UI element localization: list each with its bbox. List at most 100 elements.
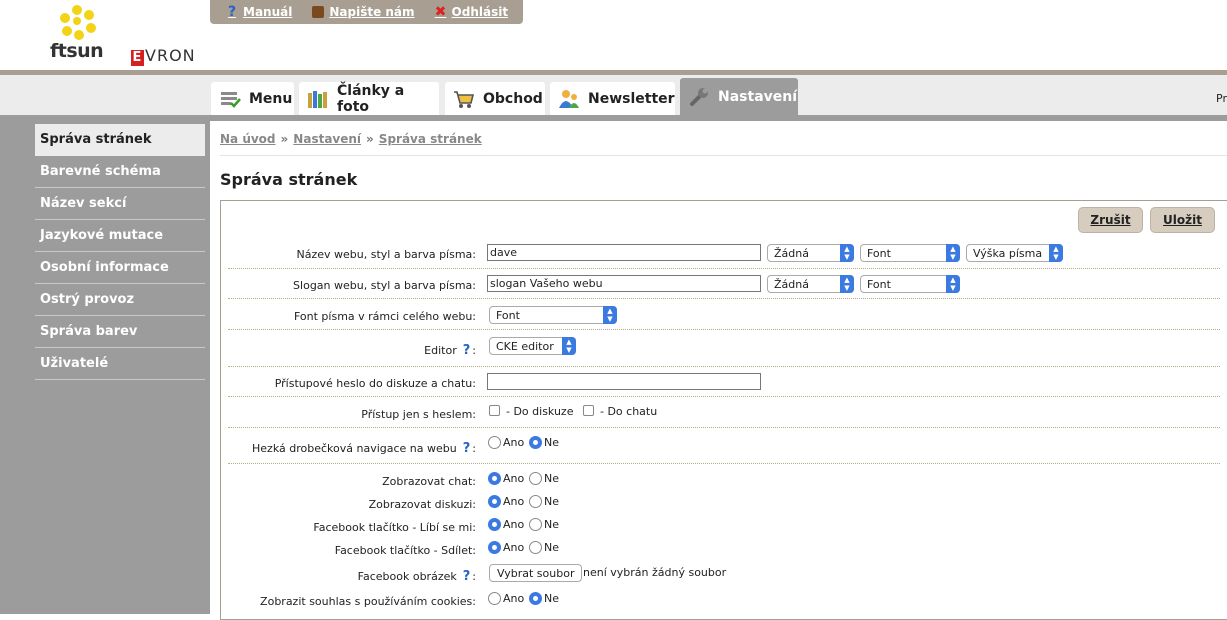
file-status-text: není vybrán žádný soubor bbox=[583, 566, 727, 579]
row-divider bbox=[228, 396, 1220, 397]
yes-label: Ano bbox=[503, 592, 525, 605]
sidebar-item-live-mode[interactable]: Ostrý provoz bbox=[35, 284, 205, 316]
no-label: Ne bbox=[544, 541, 559, 554]
breadcrumb-home-link[interactable]: Na úvod bbox=[220, 132, 276, 146]
sidebar-item-section-names[interactable]: Název sekcí bbox=[35, 188, 205, 220]
row-divider bbox=[228, 298, 1220, 299]
yes-label: Ano bbox=[503, 472, 525, 485]
header-right-text: Pr bbox=[1216, 92, 1227, 105]
close-icon: ✖ bbox=[434, 4, 447, 20]
no-label: Ne bbox=[544, 518, 559, 531]
chat-no-radio[interactable] bbox=[529, 472, 542, 485]
global-font-label: Font písma v rámci celého webu: bbox=[293, 310, 476, 323]
tab-shop[interactable]: Obchod bbox=[445, 82, 545, 116]
cookies-label: Zobrazit souhlas s používáním cookies: bbox=[260, 595, 476, 608]
slogan-label: Slogan webu, styl a barva písma: bbox=[293, 279, 476, 292]
cookies-no-radio[interactable] bbox=[529, 592, 542, 605]
discussion-label: Zobrazovat diskuzi: bbox=[368, 498, 476, 511]
slogan-font-select[interactable]: Font ▲ ▼ bbox=[860, 275, 960, 293]
chat-password-checkbox[interactable] bbox=[583, 405, 594, 416]
choose-file-button[interactable]: Vybrat soubor bbox=[489, 564, 583, 582]
breadcrumb-nav-help-icon[interactable]: ? bbox=[463, 441, 471, 456]
yes-label: Ano bbox=[503, 436, 525, 449]
save-button[interactable]: Uložit bbox=[1150, 207, 1215, 233]
global-font-select[interactable]: Font ▲ ▼ bbox=[489, 306, 617, 324]
yes-label: Ano bbox=[503, 495, 525, 508]
editor-label: Editor?: bbox=[424, 343, 476, 358]
help-icon: ? bbox=[227, 4, 237, 20]
breadcrumb-nav-label: Hezká drobečková navigace na webu?: bbox=[252, 441, 476, 456]
menu-list-icon bbox=[219, 88, 241, 110]
tab-newsletter[interactable]: Newsletter bbox=[550, 82, 675, 116]
evron-logo: E VRON bbox=[131, 46, 196, 66]
shopping-cart-icon bbox=[453, 88, 475, 110]
sidebar-item-site-management[interactable]: Správa stránek bbox=[35, 124, 205, 156]
editor-help-icon[interactable]: ? bbox=[463, 343, 471, 358]
ftsun-logo-text: ftsun bbox=[50, 40, 104, 62]
access-label: Přístup jen s heslem: bbox=[361, 408, 476, 421]
tab-settings[interactable]: Nastavení bbox=[680, 78, 798, 116]
row-divider bbox=[228, 329, 1220, 330]
cancel-button[interactable]: Zrušit bbox=[1078, 207, 1143, 233]
fb-like-label: Facebook tlačítko - Líbí se mi: bbox=[313, 521, 476, 534]
logo-area: ftsun E VRON bbox=[0, 0, 210, 72]
yes-label: Ano bbox=[503, 541, 525, 554]
breadcrumb-divider bbox=[220, 155, 1227, 156]
tab-menu[interactable]: Menu bbox=[211, 82, 294, 116]
page-title: Správa stránek bbox=[220, 170, 358, 189]
password-input[interactable] bbox=[487, 373, 761, 390]
no-label: Ne bbox=[544, 495, 559, 508]
tab-articles[interactable]: Články a foto bbox=[299, 82, 439, 116]
ftsun-logo-icon bbox=[56, 5, 98, 41]
fb-share-no-radio[interactable] bbox=[529, 541, 542, 554]
fb-image-help-icon[interactable]: ? bbox=[463, 569, 471, 584]
sidebar-item-color-scheme[interactable]: Barevné schéma bbox=[35, 156, 205, 188]
logout-link[interactable]: ✖ Odhlásit bbox=[434, 4, 508, 20]
chat-yes-radio[interactable] bbox=[488, 472, 501, 485]
site-name-input[interactable] bbox=[487, 244, 761, 261]
slogan-input[interactable] bbox=[487, 275, 761, 292]
top-links-bar: ? Manuál Napište nám ✖ Odhlásit bbox=[210, 0, 523, 24]
chat-option-label: - Do chatu bbox=[600, 405, 658, 418]
sidebar-item-personal-info[interactable]: Osobní informace bbox=[35, 252, 205, 284]
no-label: Ne bbox=[544, 472, 559, 485]
breadcrumb-settings-link[interactable]: Nastavení bbox=[293, 132, 361, 146]
write-icon bbox=[312, 6, 325, 18]
editor-select[interactable]: CKE editor ▲ ▼ bbox=[489, 337, 576, 355]
cookies-yes-radio[interactable] bbox=[488, 592, 501, 605]
chat-label: Zobrazovat chat: bbox=[382, 475, 476, 488]
fb-like-yes-radio[interactable] bbox=[488, 518, 501, 531]
write-us-link[interactable]: Napište nám bbox=[312, 5, 415, 19]
yes-label: Ano bbox=[503, 518, 525, 531]
breadcrumb-nav-no-radio[interactable] bbox=[529, 436, 542, 449]
discussion-password-checkbox[interactable] bbox=[489, 405, 500, 416]
breadcrumb-current-link[interactable]: Správa stránek bbox=[379, 132, 482, 146]
site-name-label: Název webu, styl a barva písma: bbox=[296, 248, 477, 261]
sidebar-item-users[interactable]: Uživatelé bbox=[35, 348, 205, 380]
wrench-icon bbox=[688, 86, 710, 108]
site-name-size-select[interactable]: Výška písma ▲ ▼ bbox=[966, 244, 1063, 262]
articles-photo-icon bbox=[307, 88, 329, 110]
discussion-option-label: - Do diskuze bbox=[506, 405, 574, 418]
site-name-font-select[interactable]: Font ▲ ▼ bbox=[860, 244, 960, 262]
sidebar-item-language-versions[interactable]: Jazykové mutace bbox=[35, 220, 205, 252]
row-divider bbox=[228, 268, 1220, 269]
row-divider bbox=[228, 427, 1220, 428]
no-label: Ne bbox=[544, 436, 559, 449]
slogan-style-select[interactable]: Žádná ▲ ▼ bbox=[767, 275, 854, 293]
discussion-no-radio[interactable] bbox=[529, 495, 542, 508]
fb-share-label: Facebook tlačítko - Sdílet: bbox=[334, 544, 476, 557]
breadcrumb-nav-yes-radio[interactable] bbox=[488, 436, 501, 449]
breadcrumb: Na úvod» Nastavení» Správa stránek bbox=[220, 132, 482, 146]
site-name-style-select[interactable]: Žádná ▲ ▼ bbox=[767, 244, 854, 262]
row-divider bbox=[228, 463, 1220, 464]
fb-image-label: Facebook obrázek?: bbox=[357, 569, 476, 584]
password-label: Přístupové heslo do diskuze a chatu: bbox=[274, 377, 476, 390]
fb-like-no-radio[interactable] bbox=[529, 518, 542, 531]
manual-link[interactable]: ? Manuál bbox=[226, 5, 292, 19]
sidebar-item-color-management[interactable]: Správa barev bbox=[35, 316, 205, 348]
discussion-yes-radio[interactable] bbox=[488, 495, 501, 508]
newsletter-users-icon bbox=[558, 88, 580, 110]
row-divider bbox=[228, 366, 1220, 367]
fb-share-yes-radio[interactable] bbox=[488, 541, 501, 554]
